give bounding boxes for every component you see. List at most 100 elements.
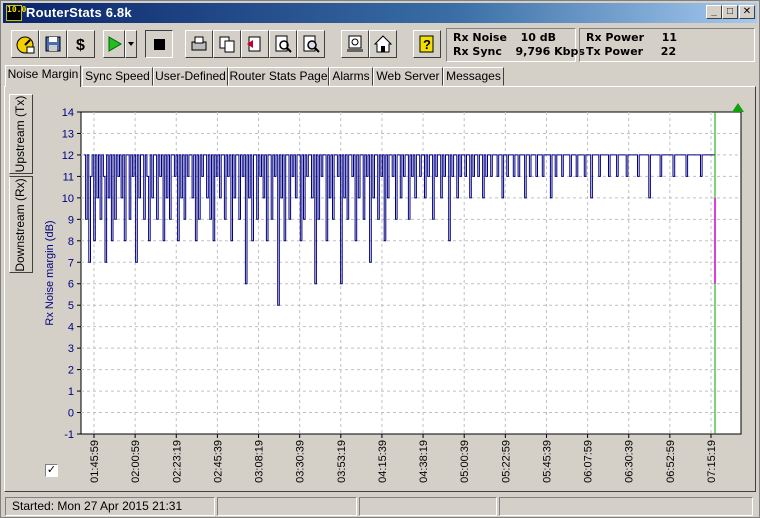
status-cell-3 — [359, 497, 497, 516]
started-status: Started: Mon 27 Apr 2015 21:31 — [5, 497, 215, 516]
tx-power-label: Tx Power — [586, 45, 644, 58]
y-tick-label: -1 — [64, 429, 74, 441]
plot-area — [80, 111, 742, 435]
svg-text:?: ? — [423, 37, 431, 52]
zoom-fit-icon — [303, 35, 320, 53]
tab-alarms[interactable]: Alarms — [329, 67, 373, 86]
close-icon: ✕ — [742, 6, 752, 17]
stop-button[interactable] — [145, 30, 173, 58]
play-button[interactable] — [103, 30, 125, 58]
home-icon — [373, 35, 393, 53]
x-tick-label: 03:53:19 — [336, 440, 348, 483]
status-bar: Started: Mon 27 Apr 2015 21:31 — [3, 496, 757, 517]
y-tick-label: 9 — [68, 214, 74, 226]
rx-noise-row: Rx Noise 10 dB — [453, 31, 569, 45]
window-title: RouterStats 6.8k — [26, 5, 132, 20]
y-tick-label: 3 — [68, 343, 74, 355]
y-tick-label: 5 — [68, 300, 74, 312]
y-tick-label: 1 — [68, 386, 74, 398]
x-tick-label: 05:45:39 — [541, 440, 553, 483]
chart-checkbox[interactable]: ✓ — [45, 464, 58, 477]
zoom-fit-button[interactable] — [297, 30, 325, 58]
minimize-icon: _ — [711, 6, 717, 17]
scroll-right-arrow-icon — [732, 103, 744, 112]
title-bar[interactable]: 10.0 RouterStats 6.8k _ □ ✕ — [3, 3, 757, 23]
rx-sync-label: Rx Sync — [453, 45, 502, 58]
svg-text:$: $ — [76, 37, 85, 54]
zoom-button[interactable] — [269, 30, 297, 58]
rx-stats-panel: Rx Noise 10 dB Rx Sync 9,796 Kbps — [446, 28, 585, 62]
tx-power-row: Tx Power 22 — [586, 45, 748, 59]
settings-button[interactable] — [11, 30, 39, 58]
zoom-icon — [275, 35, 292, 53]
tab-upstream[interactable]: Upstream (Tx) — [9, 94, 33, 174]
help-button[interactable]: ? — [413, 30, 441, 58]
x-tick-label: 04:38:19 — [418, 440, 430, 483]
y-tick-label: 10 — [62, 193, 74, 205]
export-button[interactable] — [241, 30, 269, 58]
x-tick-label: 02:00:59 — [130, 440, 142, 483]
status-cell-4 — [499, 497, 753, 516]
x-tick-label: 03:08:19 — [254, 440, 266, 483]
rx-sync-value: 9,796 Kbps — [515, 45, 585, 58]
power-stats-panel: Rx Power 11 Tx Power 22 — [579, 28, 755, 62]
y-tick-label: 0 — [68, 408, 74, 420]
print-button[interactable] — [185, 30, 213, 58]
y-tick-label: 14 — [62, 107, 74, 119]
tab-upstream-label: Upstream (Tx) — [13, 95, 27, 173]
tab-sync-speed[interactable]: Sync Speed — [82, 67, 153, 86]
x-tick-label: 04:15:39 — [377, 440, 389, 483]
tab-web-server[interactable]: Web Server — [373, 67, 443, 86]
tab-messages[interactable]: Messages — [443, 67, 504, 86]
web-page-icon — [347, 35, 363, 52]
x-tick-label: 06:52:59 — [665, 440, 677, 483]
maximize-icon: □ — [726, 6, 734, 17]
rx-power-value: 11 — [661, 31, 678, 44]
dollar-icon: $ — [76, 37, 85, 54]
rx-power-label: Rx Power — [586, 31, 645, 44]
rx-power-row: Rx Power 11 — [586, 31, 748, 45]
toolbar: $ ? Rx Noise 10 dB Rx Sync 9,796 Kbps Rx… — [3, 25, 757, 65]
play-dropdown-button[interactable] — [125, 30, 137, 58]
x-tick-label: 05:22:59 — [500, 440, 512, 483]
app-logo-icon: 10.0 — [6, 5, 26, 21]
y-tick-label: 11 — [63, 171, 74, 183]
x-tick-label: 07:15:19 — [706, 440, 718, 483]
x-tick-label: 06:30:39 — [624, 440, 636, 483]
x-tick-label: 06:07:59 — [583, 440, 595, 483]
save-button[interactable] — [39, 30, 67, 58]
x-tick-label: 05:00:39 — [459, 440, 471, 483]
printer-icon — [191, 36, 207, 51]
copy-button[interactable] — [213, 30, 241, 58]
close-button[interactable]: ✕ — [739, 5, 755, 19]
dollar-button[interactable]: $ — [67, 30, 95, 58]
web-button[interactable] — [341, 30, 369, 58]
y-tick-label: 13 — [62, 128, 74, 140]
y-tick-label: 7 — [68, 257, 74, 269]
checkmark-icon: ✓ — [46, 464, 57, 476]
x-tick-label: 01:45:59 — [89, 440, 101, 483]
home-button[interactable] — [369, 30, 397, 58]
maximize-button[interactable]: □ — [722, 5, 738, 19]
gauge-settings-icon — [16, 36, 35, 54]
floppy-disk-icon — [45, 36, 61, 52]
y-tick-label: 2 — [68, 365, 74, 377]
status-cell-2 — [217, 497, 357, 516]
minimize-button[interactable]: _ — [706, 5, 722, 19]
noise-margin-chart[interactable]: -10123456789101112131401:45:59 02:00:59 02… — [39, 97, 753, 491]
x-tick-label: 02:45:39 — [212, 440, 224, 483]
y-tick-label: 6 — [68, 279, 74, 291]
tab-noise-margin[interactable]: Noise Margin — [5, 65, 81, 87]
tab-downstream-label: Downstream (Rx) — [13, 177, 27, 272]
tab-router-stats-page[interactable]: Router Stats Page — [228, 67, 329, 86]
rx-sync-row: Rx Sync 9,796 Kbps — [453, 45, 585, 59]
tab-user-defined[interactable]: User-Defined — [153, 67, 228, 86]
tab-downstream[interactable]: Downstream (Rx) — [9, 176, 33, 273]
y-tick-label: 8 — [68, 236, 74, 248]
y-tick-label: 4 — [68, 322, 74, 334]
y-axis-label: Rx Noise margin (dB) — [44, 220, 56, 325]
rx-noise-value: 10 dB — [520, 31, 557, 44]
play-icon — [108, 36, 122, 52]
copy-icon — [219, 36, 235, 53]
x-tick-label: 02:23:19 — [171, 440, 183, 483]
